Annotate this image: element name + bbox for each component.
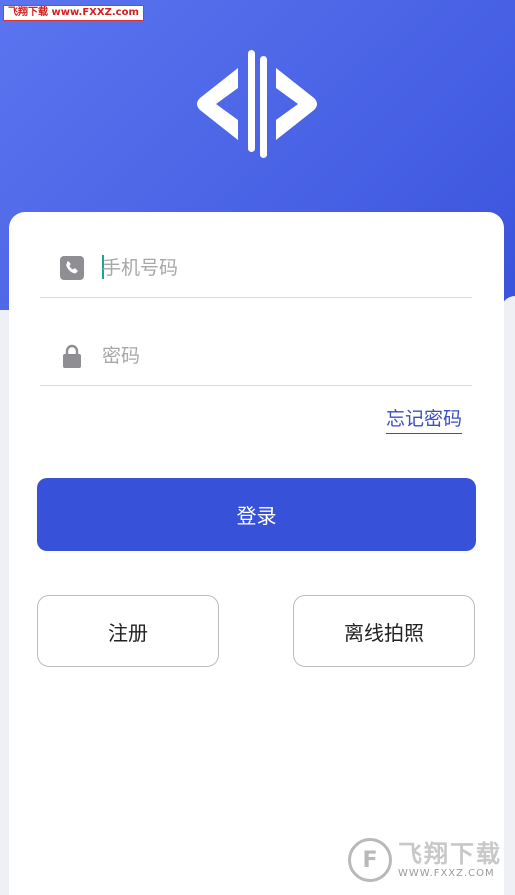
password-field: [40, 326, 472, 386]
forgot-password-link[interactable]: 忘记密码: [386, 406, 463, 434]
watermark-bottom: F 飞翔下载 WWW.FXXZ.COM: [348, 835, 504, 885]
login-button[interactable]: 登录: [37, 478, 476, 551]
phone-icon: [60, 256, 84, 280]
watermark-en: WWW.FXXZ.COM: [398, 868, 495, 879]
login-card: [9, 212, 504, 895]
app-logo-icon: [197, 50, 317, 158]
phone-field: [40, 238, 472, 298]
phone-input[interactable]: [102, 252, 442, 284]
watermark-logo-icon: F: [348, 838, 392, 882]
lock-icon: [63, 344, 81, 368]
watermark-cn: 飞翔下载: [398, 840, 502, 868]
offline-photo-button[interactable]: 离线拍照: [293, 595, 475, 667]
watermark-text: 飞翔下载 WWW.FXXZ.COM: [398, 840, 502, 880]
password-input[interactable]: [102, 340, 442, 372]
watermark-top: 飞翔下载 www.FXXZ.com: [3, 5, 144, 21]
register-button[interactable]: 注册: [37, 595, 219, 667]
